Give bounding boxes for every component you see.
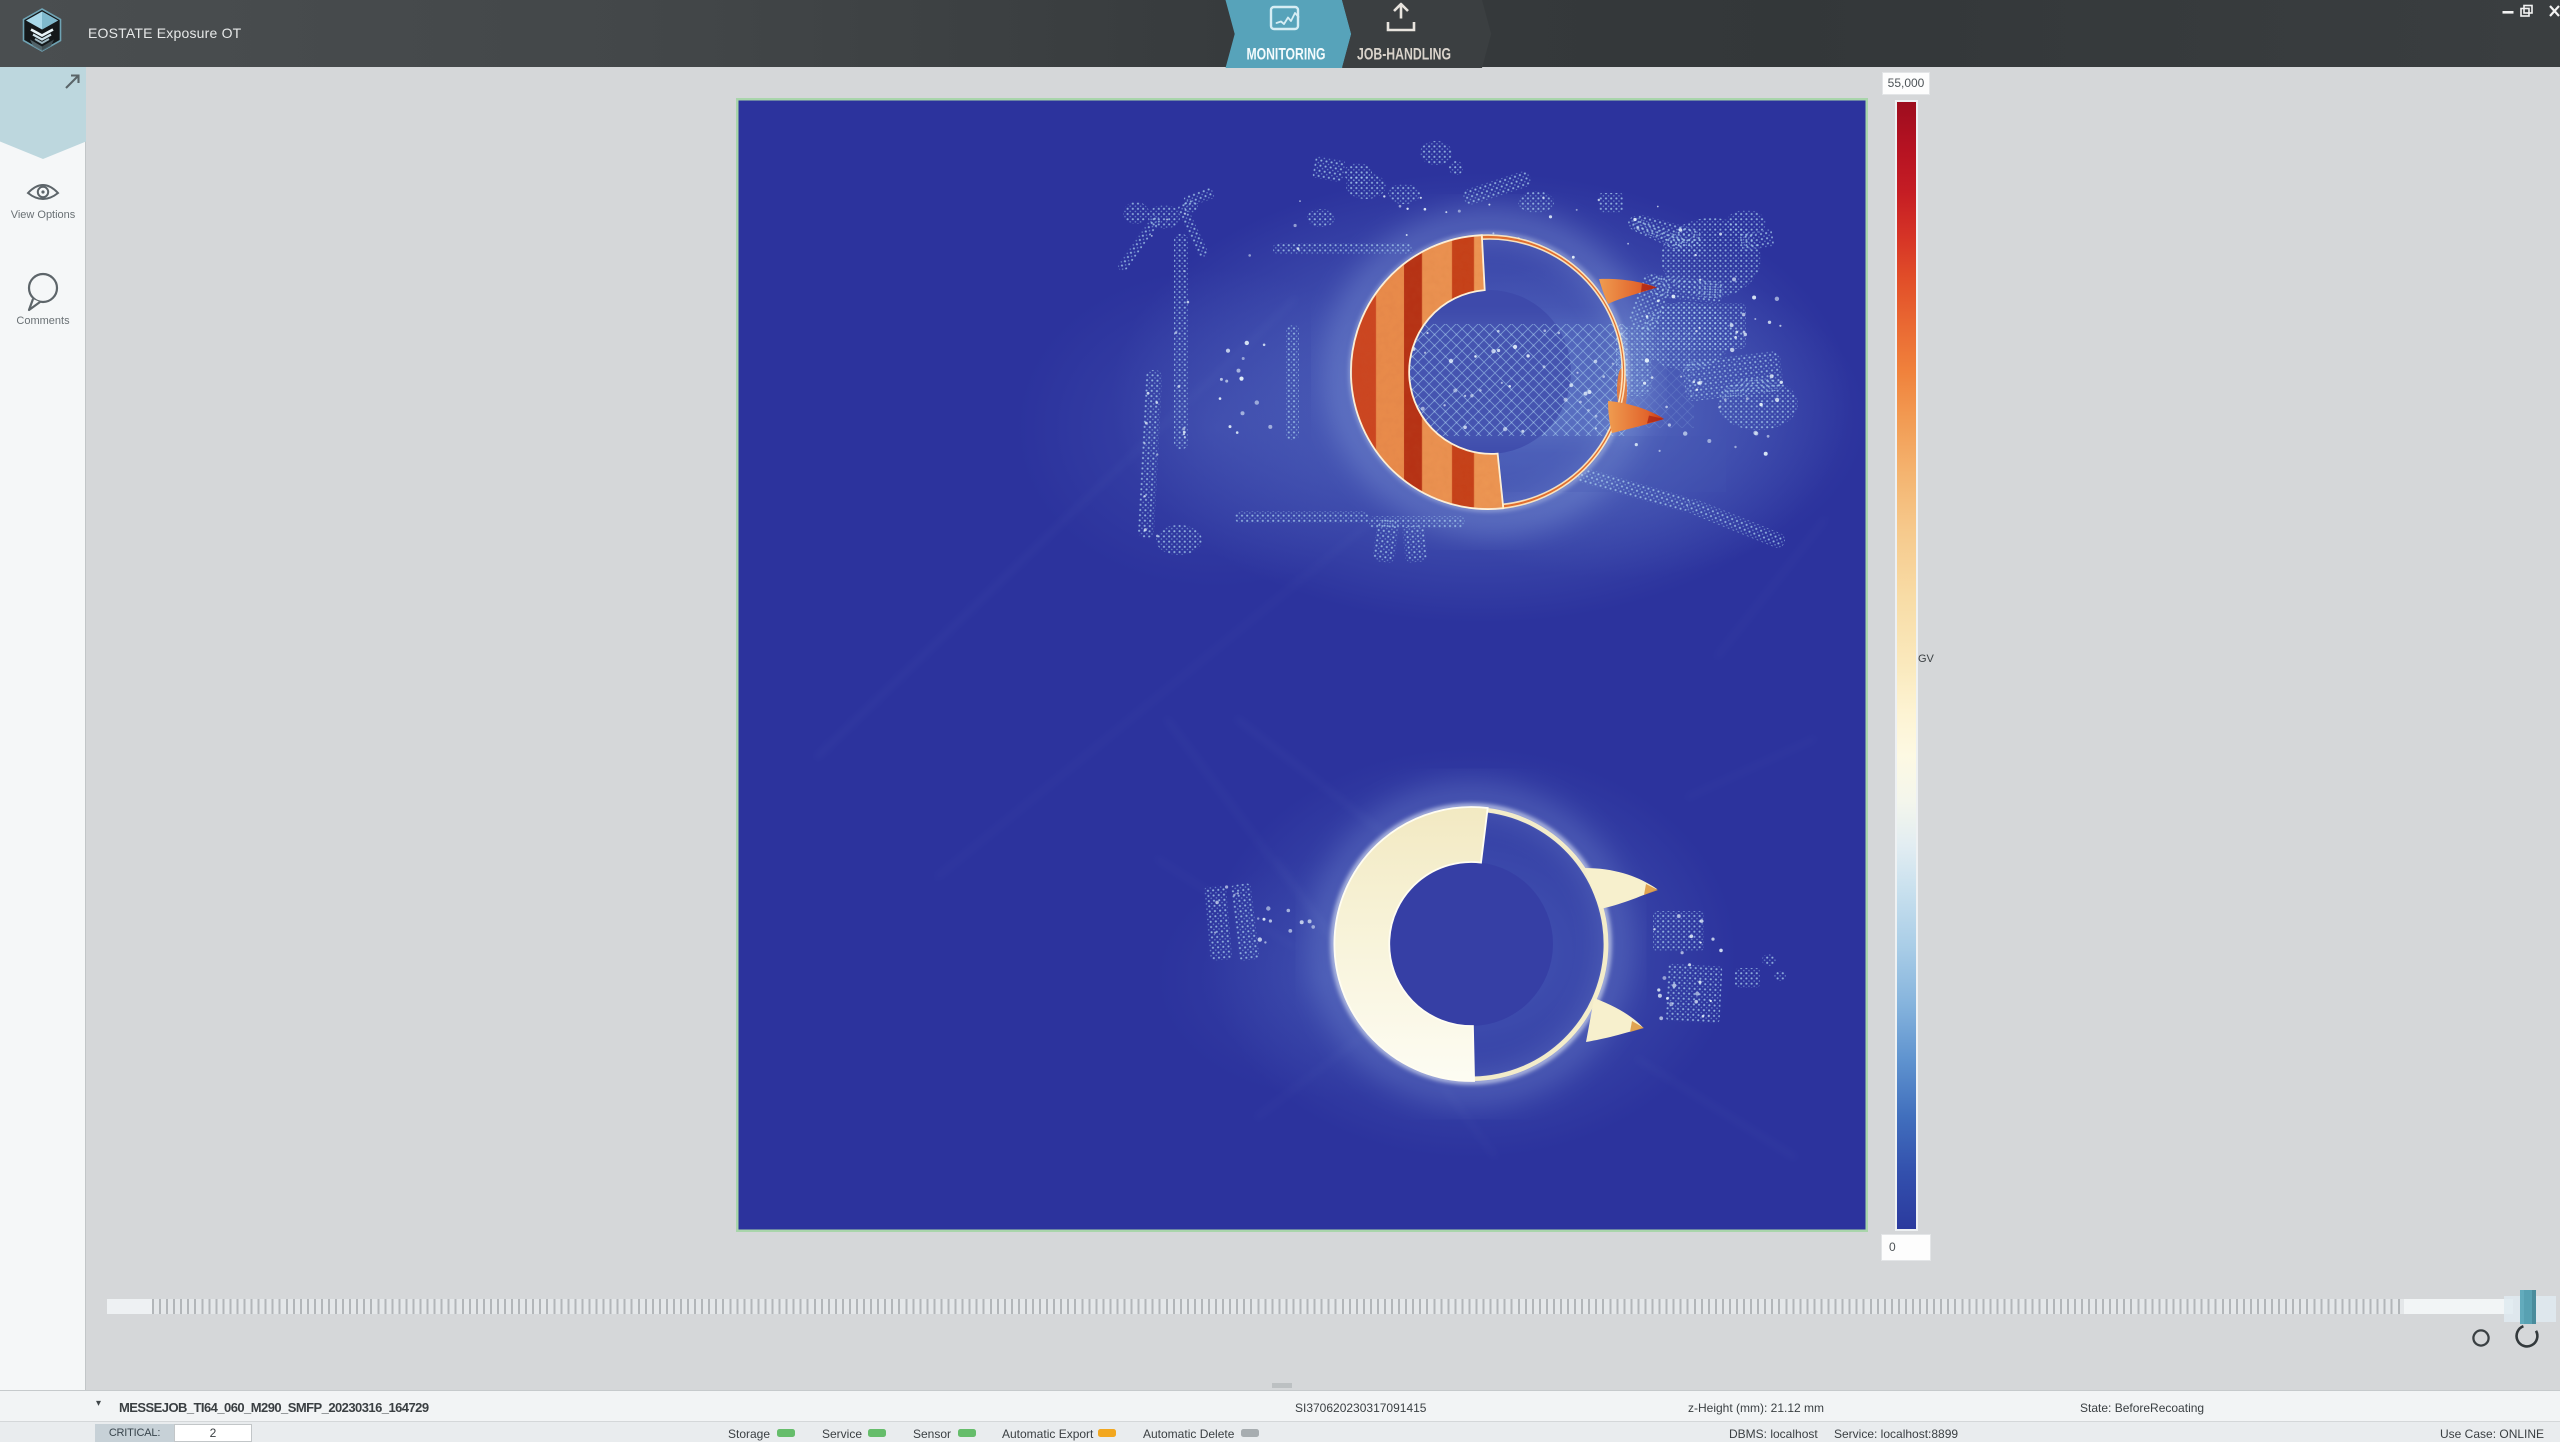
svg-text:JOB-HANDLING: JOB-HANDLING: [1357, 45, 1451, 64]
svg-text:MONITORING: MONITORING: [1247, 45, 1326, 64]
